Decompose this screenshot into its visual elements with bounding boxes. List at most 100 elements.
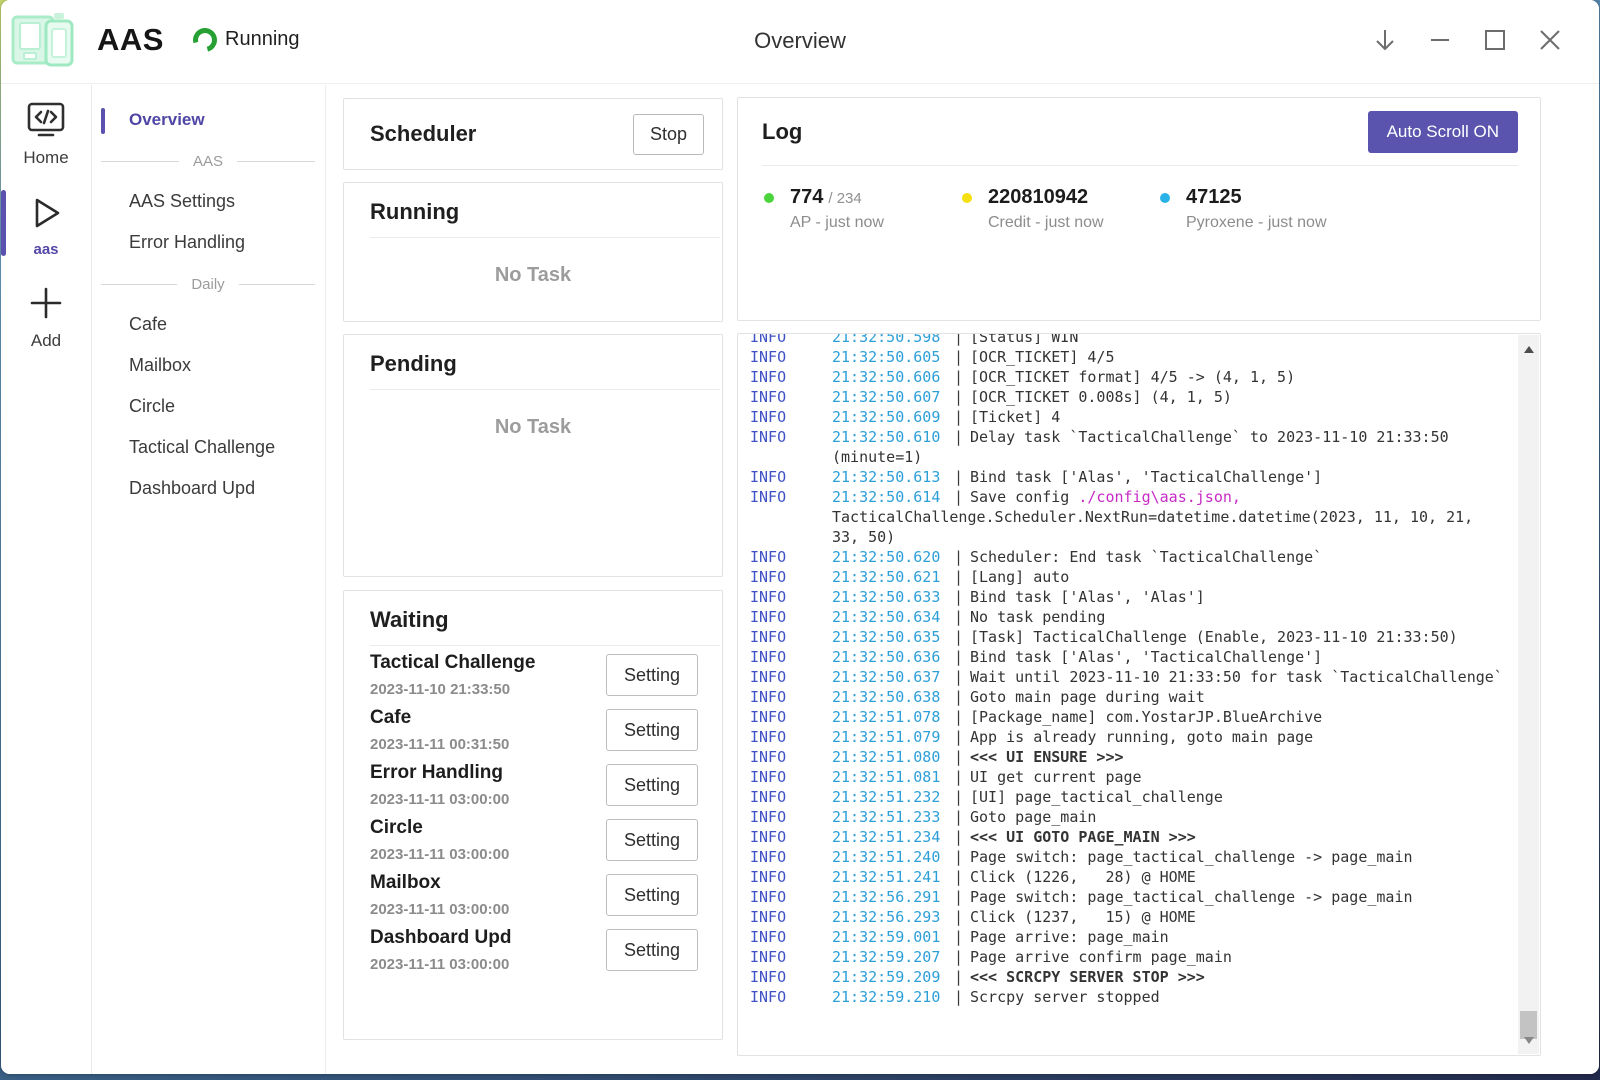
log-row: INFO21:32:51.078|[Package_name] com.Yost…: [750, 707, 1540, 727]
app-window: AAS Running Overview HomeaasAdd Overview…: [1, 0, 1599, 1074]
rail-item-aas[interactable]: aas: [1, 178, 91, 268]
log-row: INFO21:32:50.614|Save config ./config\aa…: [750, 487, 1540, 507]
nav-item-tactical-challenge[interactable]: Tactical Challenge: [93, 428, 325, 467]
waiting-task-row: Dashboard Upd2023-11-11 03:00:00Setting: [370, 927, 698, 973]
nav-item-mailbox[interactable]: Mailbox: [93, 346, 325, 385]
log-level: INFO: [750, 707, 832, 727]
log-row: INFO21:32:50.636|Bind task ['Alas', 'Tac…: [750, 647, 1540, 667]
log-scrollbar[interactable]: [1518, 335, 1539, 1054]
log-row: INFO21:32:50.605|[OCR_TICKET] 4/5: [750, 347, 1540, 367]
close-button[interactable]: [1522, 14, 1577, 66]
stat-value: 220810942: [988, 186, 1088, 208]
nav-item-label: Tactical Challenge: [129, 437, 275, 457]
nav-group-label: Daily: [191, 276, 224, 293]
waiting-task-list: Tactical Challenge2023-11-10 21:33:50Set…: [344, 646, 722, 973]
hide-to-tray-button[interactable]: [1357, 14, 1412, 66]
pending-empty-text: No Task: [344, 416, 722, 439]
pending-card: Pending No Task: [343, 334, 723, 577]
log-separator: |: [954, 607, 970, 627]
log-separator: |: [954, 987, 970, 1007]
log-level: INFO: [750, 867, 832, 887]
log-separator: |: [954, 687, 970, 707]
waiting-task-row: Cafe2023-11-11 00:31:50Setting: [370, 707, 698, 753]
log-timestamp: 21:32:50.634: [832, 607, 954, 627]
log-message: Page switch: page_tactical_challenge -> …: [970, 887, 1540, 907]
waiting-card: Waiting Tactical Challenge2023-11-10 21:…: [343, 590, 723, 1040]
log-message: Goto page_main: [970, 807, 1540, 827]
scroll-down-button[interactable]: [1518, 1030, 1539, 1050]
log-separator: |: [954, 767, 970, 787]
scroll-up-button[interactable]: [1518, 339, 1539, 359]
log-row: INFO21:32:59.207|Page arrive confirm pag…: [750, 947, 1540, 967]
nav-item-label: Mailbox: [129, 355, 191, 375]
log-level: INFO: [750, 787, 832, 807]
nav-item-dashboard-upd[interactable]: Dashboard Upd: [93, 469, 325, 508]
setting-button[interactable]: Setting: [606, 654, 698, 696]
log-row: INFO21:32:50.635|[Task] TacticalChalleng…: [750, 627, 1540, 647]
divider: [370, 237, 720, 238]
log-message: Click (1237, 15) @ HOME: [970, 907, 1540, 927]
log-level: INFO: [750, 367, 832, 387]
log-message: [UI] page_tactical_challenge: [970, 787, 1540, 807]
log-row: INFO21:32:50.634|No task pending: [750, 607, 1540, 627]
setting-button[interactable]: Setting: [606, 874, 698, 916]
log-separator: |: [954, 407, 970, 427]
waiting-task-row: Circle2023-11-11 03:00:00Setting: [370, 817, 698, 863]
divider-line: [101, 161, 179, 162]
log-level: INFO: [750, 927, 832, 947]
waiting-task-next-run: 2023-11-11 03:00:00: [370, 956, 511, 973]
log-separator: |: [954, 927, 970, 947]
nav-sidebar: OverviewAASAAS SettingsError Handling Dai…: [93, 85, 326, 1074]
stat-value-row: 47125: [1186, 186, 1327, 209]
setting-button[interactable]: Setting: [606, 764, 698, 806]
stat-value-row: 774/ 234: [790, 186, 884, 209]
rail-item-home[interactable]: Home: [1, 85, 91, 178]
log-timestamp: 21:32:51.078: [832, 707, 954, 727]
log-message: [Package_name] com.YostarJP.BlueArchive: [970, 707, 1540, 727]
log-card: Log Auto Scroll ON 774/ 234AP - just now…: [737, 97, 1541, 321]
nav-item-overview[interactable]: Overview: [93, 101, 325, 139]
log-timestamp: 21:32:56.293: [832, 907, 954, 927]
log-row: INFO21:32:51.079|App is already running,…: [750, 727, 1540, 747]
log-separator: |: [954, 787, 970, 807]
stat-suffix: / 234: [828, 190, 861, 207]
stat-dot-ap: [764, 193, 774, 203]
log-level: INFO: [750, 667, 832, 687]
log-timestamp: 21:32:51.080: [832, 747, 954, 767]
setting-button[interactable]: Setting: [606, 819, 698, 861]
nav-item-error-handling[interactable]: Error Handling: [93, 223, 325, 262]
stat-text: 220810942Credit - just now: [988, 186, 1104, 232]
log-message-part: Save config: [970, 488, 1078, 506]
log-separator: |: [954, 727, 970, 747]
waiting-task-next-run: 2023-11-11 03:00:00: [370, 791, 509, 808]
auto-scroll-button[interactable]: Auto Scroll ON: [1368, 111, 1518, 153]
nav-item-circle[interactable]: Circle: [93, 387, 325, 426]
log-timestamp: 21:32:59.207: [832, 947, 954, 967]
rail-item-add[interactable]: Add: [1, 268, 91, 361]
log-separator: |: [954, 847, 970, 867]
log-level: INFO: [750, 987, 832, 1007]
log-timestamp: 21:32:50.638: [832, 687, 954, 707]
log-timestamp: 21:32:50.636: [832, 647, 954, 667]
minimize-button[interactable]: [1412, 14, 1467, 66]
log-message: [OCR_TICKET] 4/5: [970, 347, 1540, 367]
maximize-button[interactable]: [1467, 14, 1522, 66]
log-message: App is already running, goto main page: [970, 727, 1540, 747]
log-level: INFO: [750, 607, 832, 627]
play-icon: [27, 219, 65, 236]
setting-button[interactable]: Setting: [606, 709, 698, 751]
log-separator: |: [954, 647, 970, 667]
log-message: UI get current page: [970, 767, 1540, 787]
log-message: Save config ./config\aas.json,: [970, 487, 1540, 507]
setting-button[interactable]: Setting: [606, 929, 698, 971]
stop-button[interactable]: Stop: [633, 114, 704, 155]
log-message: Scheduler: End task `TacticalChallenge`: [970, 547, 1540, 567]
log-row: INFO21:32:50.638|Goto main page during w…: [750, 687, 1540, 707]
nav-item-cafe[interactable]: Cafe: [93, 305, 325, 344]
minimize-icon: [1429, 28, 1451, 52]
nav-item-aas-settings[interactable]: AAS Settings: [93, 182, 325, 221]
nav-divider-aas: AAS: [93, 141, 325, 182]
log-timestamp: 21:32:50.607: [832, 387, 954, 407]
log-level: INFO: [750, 333, 832, 347]
log-timestamp: 21:32:51.232: [832, 787, 954, 807]
